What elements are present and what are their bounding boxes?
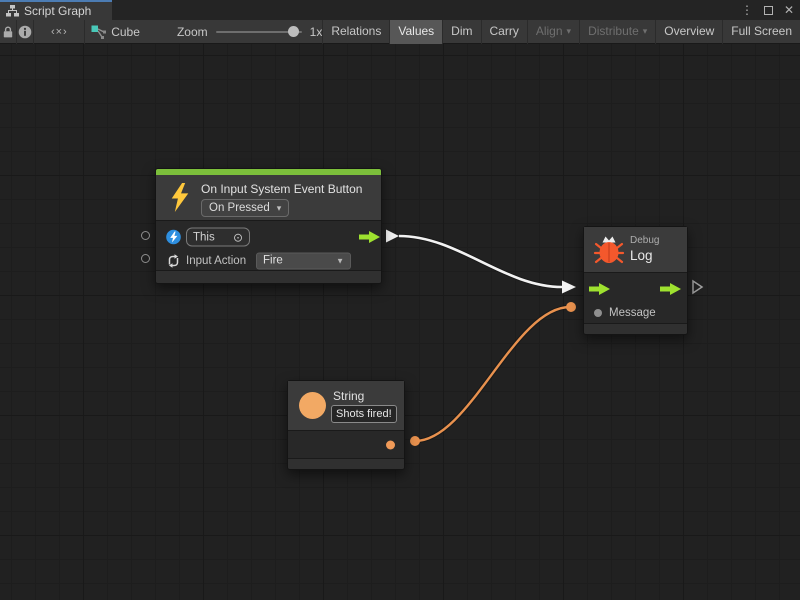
event-action-port[interactable]: [141, 254, 150, 263]
info-icon: [18, 25, 32, 39]
wire-start-arrow: [386, 230, 399, 243]
script-graph-window: Script Graph ⋮ ✕ ‹×›: [0, 0, 800, 600]
code-preview-button[interactable]: ‹×›: [34, 20, 85, 44]
trigger-out-port[interactable]: [359, 231, 380, 243]
log-flow-row: [584, 276, 687, 302]
input-action-dropdown[interactable]: Fire ▼: [256, 252, 351, 269]
zoom-value: 1x: [310, 25, 323, 39]
flow-in-port[interactable]: [589, 283, 610, 295]
wire-end-dot: [566, 302, 576, 312]
string-node-body: [288, 430, 404, 458]
input-action-label: Input Action: [186, 255, 246, 267]
graph-toolbar: ‹×› Cube Zoom 1x Relations Values Dim Ca…: [0, 20, 800, 44]
toolbar-toggles: Relations Values Dim Carry Align▾ Distri…: [322, 20, 800, 44]
log-node-footer: [584, 323, 687, 334]
zoom-control: Zoom 1x: [159, 20, 322, 44]
zoom-label: Zoom: [177, 25, 208, 39]
values-button[interactable]: Values: [389, 20, 442, 44]
graph-icon: [6, 5, 19, 17]
string-value-input[interactable]: [331, 405, 397, 423]
log-node-category: Debug: [630, 235, 659, 246]
zoom-slider-handle[interactable]: [288, 26, 299, 37]
log-node-header[interactable]: Debug Log: [584, 227, 687, 272]
lock-button[interactable]: [0, 20, 17, 44]
flow-out-port[interactable]: [660, 283, 681, 295]
chevron-down-icon: ▾: [567, 26, 572, 36]
this-object-field[interactable]: This ⊙: [186, 228, 250, 247]
carry-button[interactable]: Carry: [481, 20, 527, 44]
log-exit-port-marker[interactable]: [693, 281, 702, 293]
log-message-row: Message: [584, 302, 687, 324]
node-string-literal[interactable]: String: [287, 380, 405, 470]
chevron-down-icon: ▼: [336, 256, 344, 265]
wire-event-to-log[interactable]: [399, 236, 562, 287]
tab-title: Script Graph: [24, 4, 91, 18]
window-controls: ⋮ ✕: [741, 0, 794, 20]
node-debug-log[interactable]: Debug Log Message: [583, 226, 688, 335]
event-action-row: Input Action Fire ▼: [156, 250, 381, 271]
message-port[interactable]: [594, 309, 602, 317]
distribute-button[interactable]: Distribute▾: [579, 20, 655, 44]
close-icon[interactable]: ✕: [784, 0, 794, 20]
relations-button[interactable]: Relations: [322, 20, 389, 44]
debug-bug-icon: [593, 234, 625, 265]
gameobject-icon: [166, 230, 181, 245]
window-menu-icon[interactable]: ⋮: [741, 0, 753, 20]
fullscreen-button[interactable]: Full Screen: [722, 20, 800, 44]
target-label: Cube: [111, 25, 140, 39]
overview-button[interactable]: Overview: [655, 20, 722, 44]
event-node-header[interactable]: On Input System Event Button On Pressed …: [156, 175, 381, 220]
align-button[interactable]: Align▾: [527, 20, 579, 44]
inspect-button[interactable]: [17, 20, 35, 44]
zoom-slider[interactable]: [216, 31, 302, 33]
tab-script-graph[interactable]: Script Graph: [0, 0, 112, 20]
dim-button[interactable]: Dim: [442, 20, 480, 44]
message-label: Message: [609, 307, 656, 319]
wire-string-to-message[interactable]: [415, 307, 570, 441]
graph-canvas[interactable]: On Input System Event Button On Pressed …: [0, 44, 800, 600]
string-node-title: String: [333, 389, 364, 403]
maximize-icon[interactable]: [764, 6, 773, 15]
input-action-icon: [166, 253, 181, 268]
log-node-body: Message: [584, 272, 687, 323]
string-node-header[interactable]: String: [288, 381, 404, 430]
event-node-body: This ⊙ Input Action: [156, 220, 381, 270]
wire-end-arrow: [562, 281, 576, 294]
event-node-title: On Input System Event Button: [201, 182, 362, 196]
event-mode-dropdown[interactable]: On Pressed ▾: [201, 199, 289, 217]
string-out-port[interactable]: [386, 440, 395, 449]
lightning-bolt-icon: [169, 183, 191, 212]
string-type-icon: [299, 392, 326, 419]
chevron-down-icon: ▾: [277, 203, 282, 214]
object-picker-icon[interactable]: ⊙: [233, 230, 243, 244]
graph-target[interactable]: Cube: [85, 20, 159, 44]
event-node-footer: [156, 270, 381, 283]
code-icon: ‹×›: [51, 26, 68, 38]
graph-asset-icon: [91, 25, 107, 39]
node-on-input-system-event-button[interactable]: On Input System Event Button On Pressed …: [155, 168, 382, 284]
log-node-title: Log: [630, 248, 653, 263]
event-this-row: This ⊙: [156, 224, 381, 250]
wire-start-dot: [410, 436, 420, 446]
lock-icon: [1, 25, 15, 39]
chevron-down-icon: ▾: [643, 26, 648, 36]
title-bar: Script Graph ⋮ ✕: [0, 0, 800, 20]
string-node-footer: [288, 458, 404, 469]
event-this-port[interactable]: [141, 231, 150, 240]
